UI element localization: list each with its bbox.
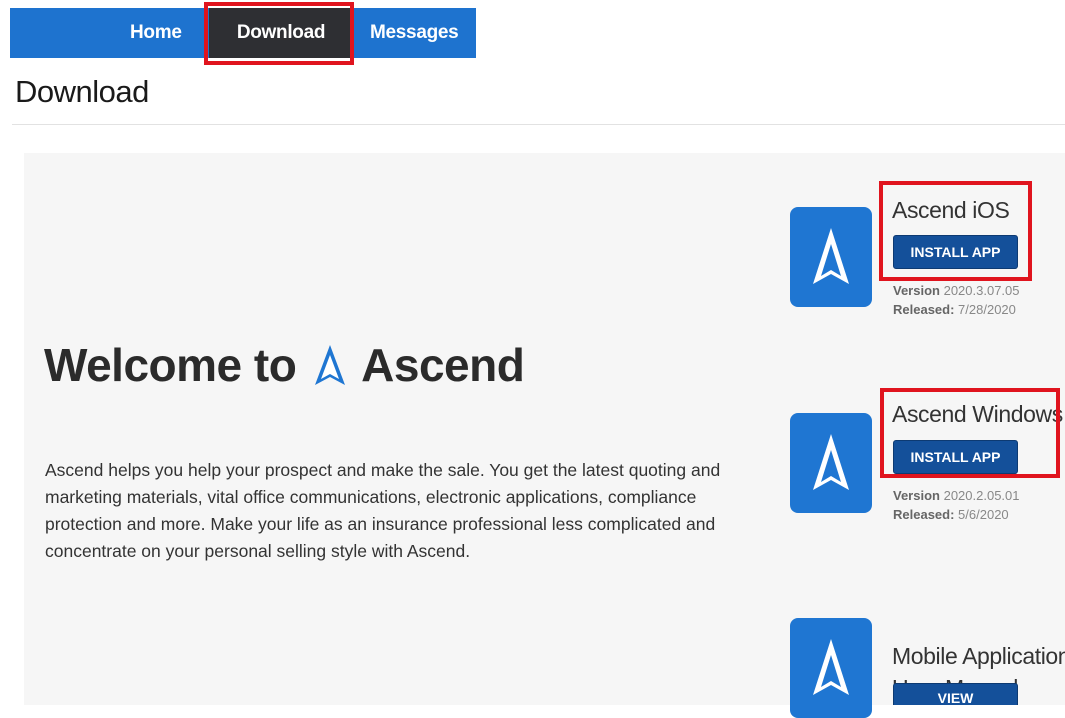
install-windows-button[interactable]: INSTALL APP (893, 440, 1018, 474)
released-label: Released: (893, 507, 955, 522)
ascend-app-icon (790, 413, 872, 513)
nav-download[interactable]: Download (209, 8, 353, 58)
version-value: 2020.2.05.01 (943, 488, 1020, 503)
page-title: Download (15, 74, 149, 109)
released-value: 7/28/2020 (958, 302, 1016, 317)
divider (12, 124, 1065, 125)
ascend-app-icon (790, 207, 872, 307)
app-title-ios: Ascend iOS (892, 197, 1010, 223)
ascend-app-icon (790, 618, 872, 718)
nav-messages[interactable]: Messages (370, 8, 459, 58)
install-ios-button[interactable]: INSTALL APP (893, 235, 1018, 269)
version-value: 2020.3.07.05 (943, 283, 1020, 298)
version-label: Version (893, 283, 940, 298)
welcome-brand: Ascend (361, 339, 525, 391)
view-manual-button[interactable]: VIEW (893, 683, 1018, 706)
released-label: Released: (893, 302, 955, 317)
ascend-logo-icon (313, 343, 347, 398)
app-title-windows: Ascend Windows (892, 401, 1063, 427)
top-nav: Home Download Messages (10, 8, 476, 58)
version-label: Version (893, 488, 940, 503)
app-meta-ios: Version 2020.3.07.05 Released: 7/28/2020 (893, 281, 1020, 319)
app-meta-windows: Version 2020.2.05.01 Released: 5/6/2020 (893, 486, 1020, 524)
released-value: 5/6/2020 (958, 507, 1009, 522)
welcome-prefix: Welcome to (44, 339, 297, 391)
intro-paragraph: Ascend helps you help your prospect and … (45, 460, 721, 561)
manual-title-line1: Mobile Application (892, 643, 1065, 669)
nav-home[interactable]: Home (130, 8, 182, 58)
welcome-heading: Welcome to Ascend (44, 338, 525, 398)
